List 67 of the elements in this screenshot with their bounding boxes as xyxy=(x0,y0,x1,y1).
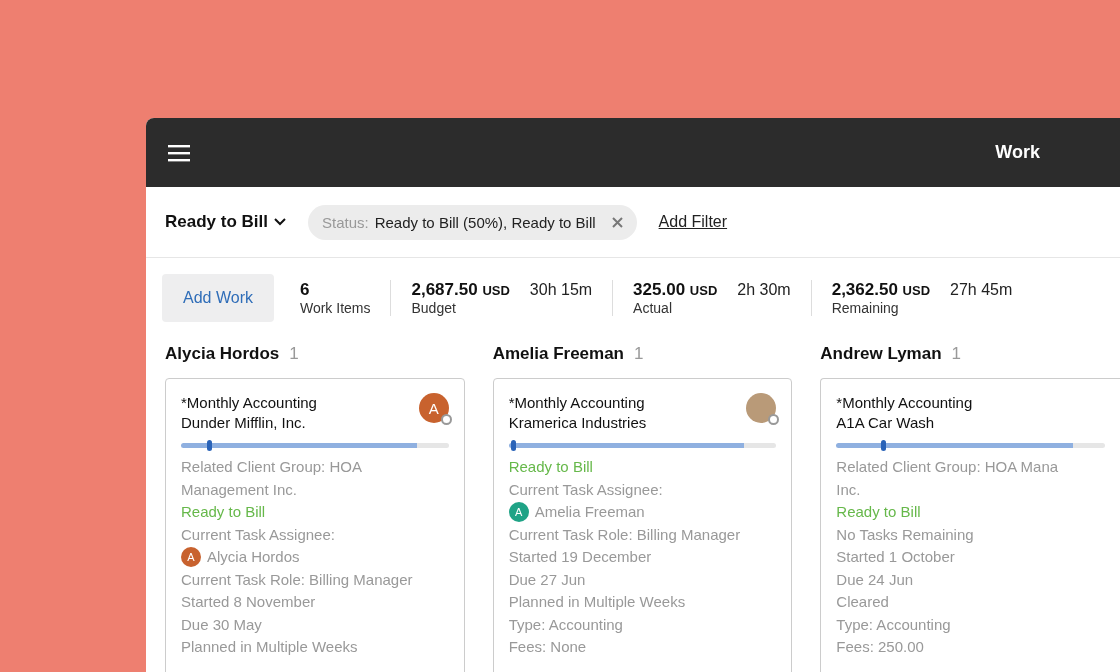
stat-label: Remaining xyxy=(831,300,900,316)
column-count: 1 xyxy=(634,344,644,364)
close-icon[interactable] xyxy=(611,216,623,228)
assignee-avatar: A xyxy=(181,547,201,568)
header-title: Work xyxy=(995,142,1040,163)
card-title: *Monthly Accounting xyxy=(181,393,317,413)
stat-label: Work Items xyxy=(299,300,371,316)
card-detail: Planned in Multiple Weeks xyxy=(181,637,359,657)
chip-value: Ready to Bill (50%), Ready to Bill xyxy=(374,213,596,231)
card-detail: Started 19 December xyxy=(508,547,653,567)
work-card[interactable] xyxy=(492,378,793,672)
column-title: Amelia Freeman xyxy=(492,344,624,364)
card-detail: Related Client Group: HOA Management Inc. xyxy=(181,457,363,500)
work-card[interactable]: *Monthly Accounting A1A Car Wash Related Client Group: HOA Mana Inc. Ready to Bill No Tasks Remaining Started 1 October Due 24 Jun Cleared Type: Accounting Fees: 250.00 xyxy=(820,378,1120,672)
card-detail: Started 1 October xyxy=(836,547,956,567)
stat-value: 2,687.50 USD xyxy=(411,280,510,300)
card-detail: Type: Accounting xyxy=(836,614,952,635)
stat-value: 6 xyxy=(299,280,310,300)
card-detail: Current Task Assignee: xyxy=(181,524,336,545)
card-client: Kramerica Industries xyxy=(508,413,647,433)
column-title: Alycia Hordos xyxy=(165,344,280,364)
stat-time: 30h 15m xyxy=(529,281,593,299)
status-text: Ready to Bill xyxy=(181,502,267,522)
add-filter-link[interactable]: Add Filter xyxy=(658,213,728,231)
card-detail: Cleared xyxy=(836,592,890,612)
assignee-name: Alycia Hordos xyxy=(207,547,300,567)
status-ring-icon xyxy=(768,414,780,425)
stat-time: 2h 30m xyxy=(737,281,791,299)
card-detail: Current Task Assignee: xyxy=(508,479,664,500)
card-title: *Monthly Accounting xyxy=(508,393,646,413)
stat-label: Actual xyxy=(633,300,674,316)
work-card[interactable] xyxy=(165,378,465,672)
card-detail: Fees: None xyxy=(508,637,588,657)
column-count: 1 xyxy=(951,344,962,364)
caret-icon xyxy=(273,218,286,226)
card-detail: Type: Accounting xyxy=(508,614,624,635)
card-detail: No Tasks Remaining xyxy=(836,524,975,545)
stat-time: 27h 45m xyxy=(950,281,1013,299)
stat-value: 325.00 USD xyxy=(633,280,718,300)
stat-label: Budget xyxy=(411,300,457,316)
card-detail: Inc. xyxy=(836,479,862,500)
status-text: Ready to Bill xyxy=(508,457,594,477)
assignee-avatar: A xyxy=(508,502,529,523)
avatar: A xyxy=(418,393,449,423)
status-text: Ready to Bill xyxy=(836,502,922,522)
card-detail: Current Task Role: Billing Manager xyxy=(508,524,742,545)
card-detail: Planned in Multiple Weeks xyxy=(508,592,687,612)
stat-value: 2,362.50 USD xyxy=(831,280,931,300)
card-detail: Related Client Group: HOA Mana xyxy=(836,457,1060,477)
card-detail: Due 24 Jun xyxy=(836,569,915,590)
card-title: *Monthly Accounting xyxy=(836,393,973,413)
add-work-button[interactable]: Add Work xyxy=(162,274,274,322)
card-detail: Current Task Role: Billing Manager xyxy=(181,569,414,590)
card-client: Dunder Mifflin, Inc. xyxy=(181,413,307,433)
column-count: 1 xyxy=(289,344,299,364)
view-dropdown[interactable]: Ready to Bill xyxy=(165,212,286,232)
assignee-name: Amelia Freeman xyxy=(534,502,645,522)
card-detail: Fees: 250.00 xyxy=(836,637,925,657)
card-detail: Due 27 Jun xyxy=(508,569,587,590)
column-title: Andrew Lyman xyxy=(820,344,942,364)
filter-chip[interactable]: Status: Ready to Bill (50%), Ready to Bill xyxy=(307,204,637,240)
card-detail: Due 30 May xyxy=(181,614,263,635)
card-detail: Started 8 November xyxy=(181,592,317,612)
chip-label: Status: xyxy=(321,213,369,231)
card-client: A1A Car Wash xyxy=(836,413,936,433)
status-ring-icon xyxy=(440,414,452,425)
menu-icon[interactable] xyxy=(168,143,190,162)
